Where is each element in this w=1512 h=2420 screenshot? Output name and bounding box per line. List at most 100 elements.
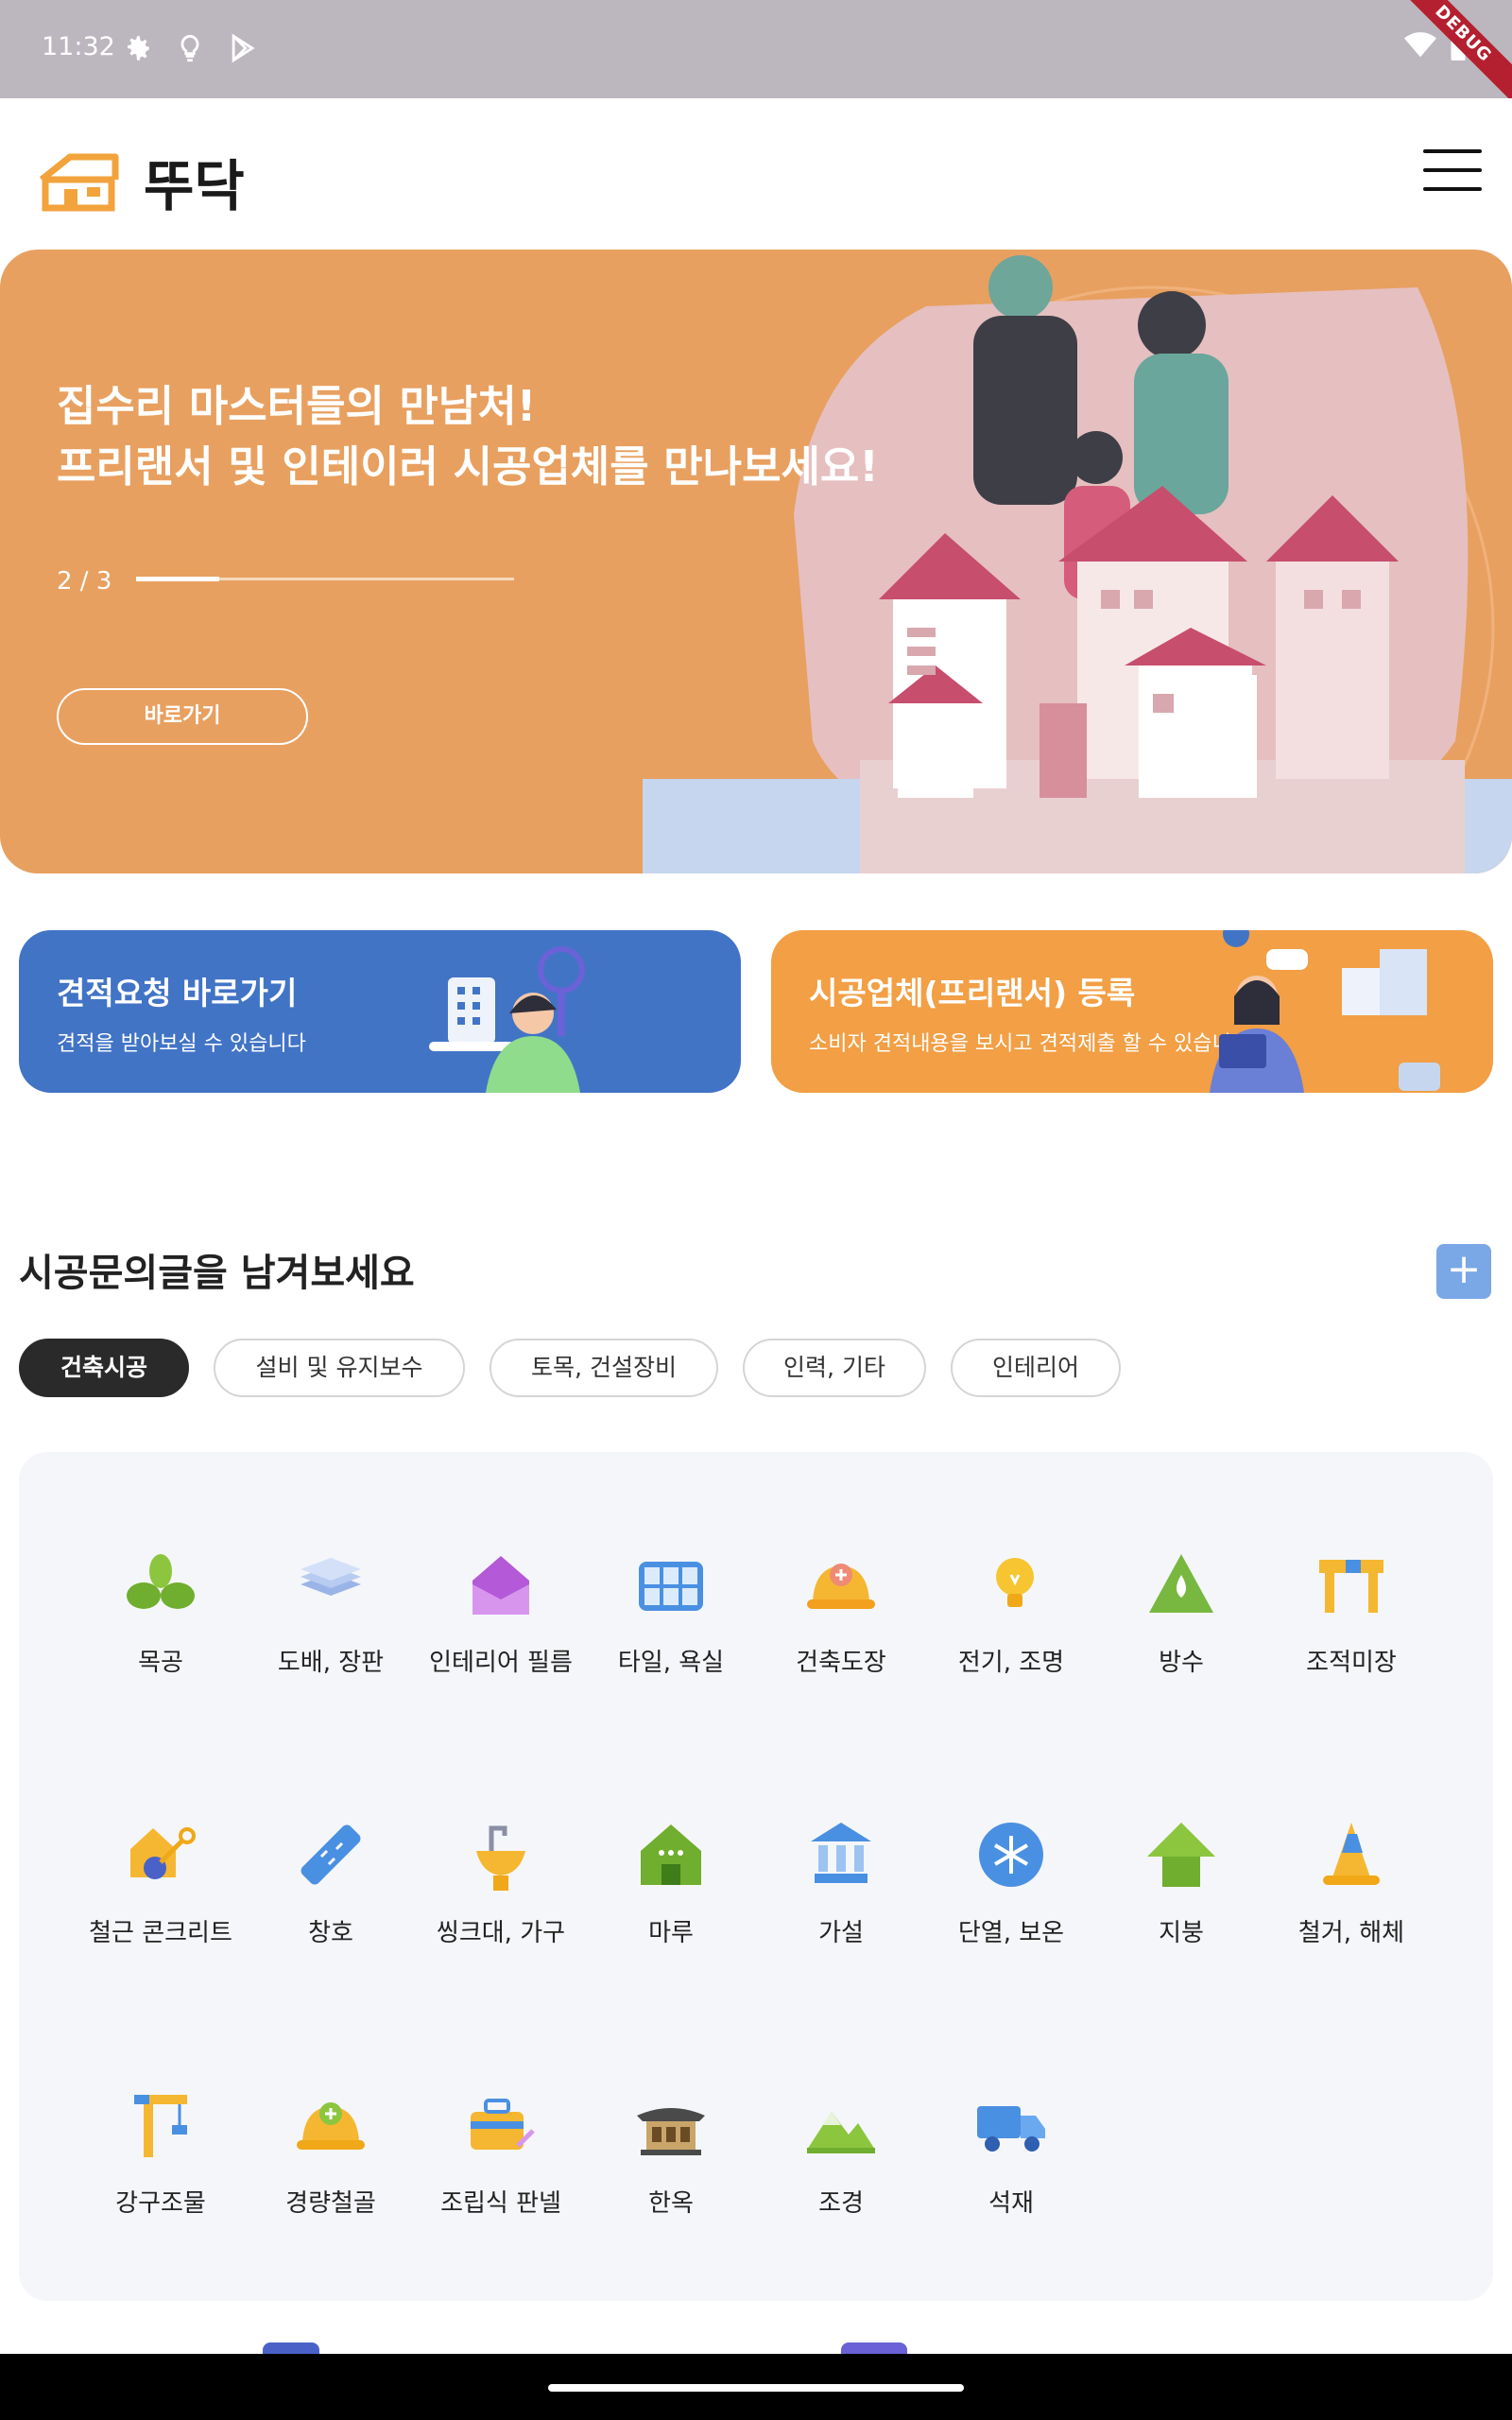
banner-line-2: 프리랜서 및 인테이러 시공업체를 만나보세요! — [57, 441, 879, 492]
logo[interactable]: 뚜닥 — [36, 142, 245, 221]
green-house-icon — [641, 1824, 701, 1885]
contractor-person-illustration — [1210, 930, 1440, 1093]
category-label: 전기, 조명 — [957, 1649, 1065, 1677]
quote-request-subtitle: 견적을 받아보실 수 있습니다 — [57, 1032, 306, 1056]
category-tabs: 건축시공 설비 및 유지보수 토목, 건설장비 인력, 기타 인테리어 — [19, 1339, 1121, 1397]
home-gesture-handle[interactable] — [548, 2384, 964, 2392]
tab-civil-equipment[interactable]: 토목, 건설장비 — [490, 1339, 718, 1397]
menu-line-icon — [1423, 187, 1482, 191]
sprout-icon — [127, 1554, 195, 1609]
category-grid: 목공 도배, 장판 인테리어 필름 타일, 욕실 건축도장 전기, 조명 방수 … — [19, 1452, 1493, 2301]
building-pillars-icon — [811, 1823, 871, 1883]
category-stone[interactable]: 석재 — [926, 2087, 1096, 2219]
category-prefab-panel[interactable]: 조립식 판넬 — [416, 2087, 586, 2219]
traffic-cone-icon — [1323, 1823, 1380, 1885]
category-label: 도배, 장판 — [277, 1649, 385, 1677]
banner-title: 집수리 마스터들의 만남처! 프리랜서 및 인테이러 시공업체를 만나보세요! — [57, 376, 879, 497]
waterdrop-icon — [1149, 1554, 1213, 1613]
category-tile-bath[interactable]: 타일, 욕실 — [586, 1547, 756, 1678]
quote-request-card[interactable]: 견적요청 바로가기 견적을 받아보실 수 있습니다 — [19, 930, 741, 1093]
status-icons-left — [121, 32, 259, 64]
category-electric-lighting[interactable]: 전기, 조명 — [926, 1547, 1096, 1678]
magnifier-person-illustration — [429, 946, 585, 1093]
layers-icon — [301, 1558, 361, 1596]
app-bar: 뚜닥 — [0, 98, 1512, 250]
category-label: 강구조물 — [115, 2189, 206, 2218]
banner-cta-button[interactable]: 바로가기 — [57, 688, 308, 745]
tab-facilities-maintenance[interactable]: 설비 및 유지보수 — [214, 1339, 465, 1397]
hardhat-plus-icon — [807, 1564, 875, 1609]
category-light-steel[interactable]: 경량철골 — [246, 2087, 416, 2219]
banner-page-indicator: 2 / 3 — [57, 567, 112, 596]
category-masonry[interactable]: 조적미장 — [1266, 1547, 1436, 1678]
faucet-icon — [476, 1825, 525, 1891]
banner-line-1: 집수리 마스터들의 만남처! — [57, 381, 537, 431]
wifi-icon — [1404, 32, 1436, 58]
category-label: 지붕 — [1159, 1919, 1204, 1947]
category-label: 타일, 욕실 — [617, 1649, 725, 1677]
toolbox-icon — [471, 2099, 535, 2150]
category-painting[interactable]: 건축도장 — [756, 1547, 926, 1678]
category-steel-structure[interactable]: 강구조물 — [76, 2087, 246, 2219]
category-hanok[interactable]: 한옥 — [586, 2087, 756, 2219]
contractor-register-card[interactable]: 시공업체(프리랜서) 등록 소비자 견적내용을 보시고 견적제출 할 수 있습니… — [771, 930, 1493, 1093]
category-windows[interactable]: 창호 — [246, 1817, 416, 1948]
category-label: 한옥 — [648, 2189, 694, 2218]
category-sink-furniture[interactable]: 씽크대, 가구 — [416, 1817, 586, 1948]
category-label: 방수 — [1159, 1649, 1204, 1677]
snowflake-icon — [979, 1823, 1043, 1887]
ruler-icon — [301, 1824, 361, 1885]
section-title: 시공문의글을 남겨보세요 — [19, 1252, 415, 1295]
category-carpentry[interactable]: 목공 — [76, 1547, 246, 1678]
menu-button[interactable] — [1423, 149, 1482, 191]
tab-interior[interactable]: 인테리어 — [951, 1339, 1121, 1397]
category-flooring[interactable]: 마루 — [586, 1817, 756, 1948]
category-insulation[interactable]: 단열, 보온 — [926, 1817, 1096, 1948]
banner-progress-fill — [136, 577, 219, 581]
roof-arrow-icon — [1147, 1823, 1215, 1887]
category-label: 단열, 보온 — [957, 1919, 1065, 1947]
category-label: 가설 — [818, 1919, 864, 1947]
play-store-icon — [232, 33, 255, 63]
house-shovel-icon — [130, 1827, 196, 1879]
house-logo-icon — [39, 153, 119, 212]
status-time: 11:32 — [42, 32, 115, 61]
quote-request-title: 견적요청 바로가기 — [57, 975, 298, 1011]
add-post-button[interactable]: + — [1436, 1244, 1491, 1299]
category-temporary-works[interactable]: 가설 — [756, 1817, 926, 1948]
category-landscaping[interactable]: 조경 — [756, 2087, 926, 2219]
hero-banner[interactable]: 집수리 마스터들의 만남처! 프리랜서 및 인테이러 시공업체를 만나보세요! … — [0, 250, 1512, 873]
category-label: 경량철골 — [285, 2189, 376, 2218]
category-rebar-concrete[interactable]: 철근 콘크리트 — [76, 1817, 246, 1948]
category-interior-film[interactable]: 인테리어 필름 — [416, 1547, 586, 1678]
category-waterproofing[interactable]: 방수 — [1096, 1547, 1266, 1678]
category-label: 조적미장 — [1306, 1649, 1397, 1677]
family-house-illustration — [643, 255, 1512, 873]
logo-text: 뚜닥 — [144, 154, 245, 218]
category-label: 건축도장 — [796, 1649, 886, 1677]
lightbulb-status-icon — [180, 34, 199, 62]
mountain-icon — [807, 2112, 875, 2153]
hardhat-green-icon — [297, 2102, 365, 2150]
category-label: 목공 — [138, 1649, 183, 1677]
category-label: 조립식 판넬 — [440, 2189, 561, 2218]
category-demolition[interactable]: 철거, 해체 — [1266, 1817, 1436, 1948]
status-bar: 11:32 DEBUG — [0, 0, 1512, 117]
category-wallpaper[interactable]: 도배, 장판 — [246, 1547, 416, 1678]
category-label: 철거, 해체 — [1297, 1919, 1405, 1947]
tab-labor-other[interactable]: 인력, 기타 — [743, 1339, 926, 1397]
category-label: 철근 콘크리트 — [89, 1919, 232, 1947]
tab-building-construction[interactable]: 건축시공 — [19, 1339, 189, 1397]
category-roofing[interactable]: 지붕 — [1096, 1817, 1266, 1948]
tile-grid-icon — [639, 1562, 703, 1611]
contractor-register-title: 시공업체(프리랜서) 등록 — [809, 975, 1136, 1011]
category-label: 씽크대, 가구 — [436, 1919, 566, 1947]
lightbulb-icon — [996, 1558, 1034, 1607]
hanok-icon — [637, 2108, 705, 2155]
banner-progress-track — [136, 577, 514, 581]
category-label: 인테리어 필름 — [429, 1649, 573, 1677]
category-label: 마루 — [648, 1919, 694, 1947]
category-label: 창호 — [308, 1919, 353, 1947]
menu-line-icon — [1423, 168, 1482, 172]
truck-icon — [977, 2106, 1045, 2152]
